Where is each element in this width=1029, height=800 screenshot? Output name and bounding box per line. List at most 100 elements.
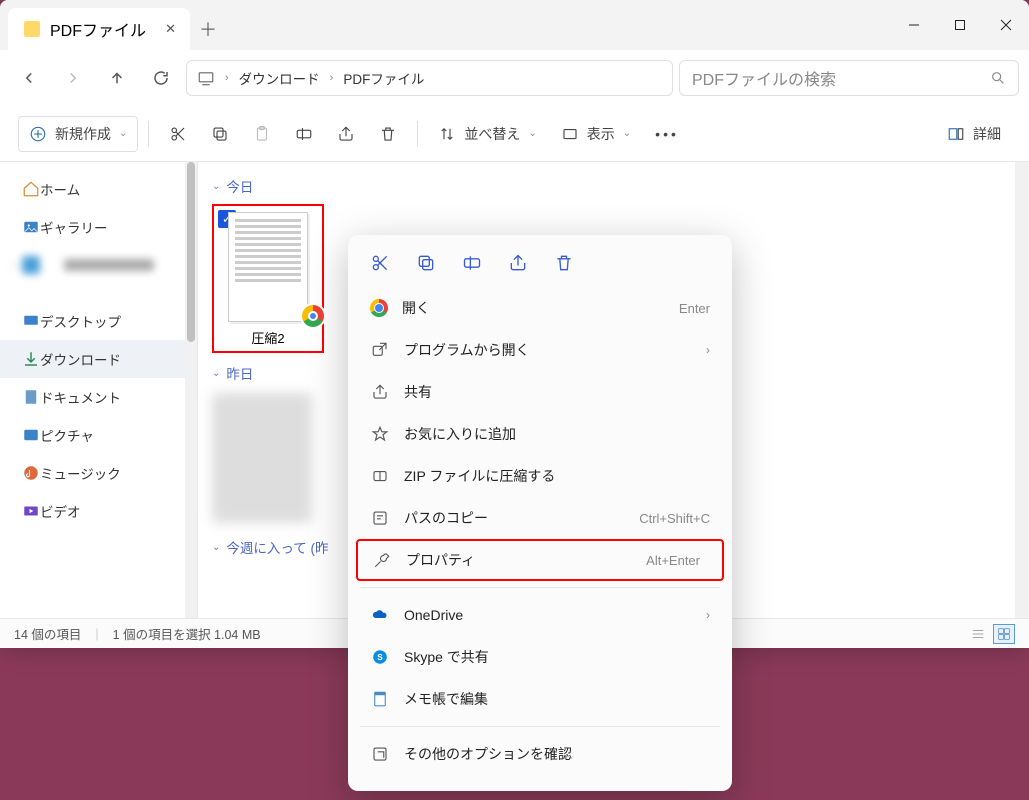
sidebar-item-gallery[interactable]: ギャラリー <box>0 208 197 246</box>
sidebar-scrollbar[interactable] <box>185 162 197 618</box>
videos-icon <box>22 502 40 520</box>
status-item-count: 14 個の項目 <box>14 624 81 643</box>
context-menu: 開く Enter プログラムから開く › 共有 お気に入りに追加 ZIP ファイ… <box>348 235 732 791</box>
ctx-label: 共有 <box>404 382 432 402</box>
refresh-button[interactable] <box>142 59 180 97</box>
address-bar[interactable]: › ダウンロード › PDFファイル <box>186 60 673 96</box>
tab-title: PDFファイル <box>50 17 146 41</box>
more-button[interactable]: ••• <box>645 116 689 152</box>
share-icon <box>337 125 355 143</box>
ctx-copy-button[interactable] <box>416 253 436 273</box>
ctx-cut-button[interactable] <box>370 253 390 273</box>
file-item-blurred[interactable] <box>212 393 312 523</box>
ctx-share[interactable]: 共有 <box>348 371 732 413</box>
new-button[interactable]: 新規作成 ⌄ <box>18 116 138 152</box>
tab-active[interactable]: PDFファイル ✕ <box>8 8 190 50</box>
chevron-right-icon: › <box>6 260 22 271</box>
caret-down-icon: ⌄ <box>212 368 220 379</box>
view-button[interactable]: 表示 ⌄ <box>551 116 641 152</box>
sidebar-label: ホーム <box>40 179 80 199</box>
ctx-delete-button[interactable] <box>554 253 574 273</box>
more-options-icon <box>371 745 389 763</box>
minimize-button[interactable] <box>891 0 937 50</box>
ctx-label: OneDrive <box>404 607 463 623</box>
up-button[interactable] <box>98 59 136 97</box>
star-icon <box>371 425 389 443</box>
view-icon <box>561 125 579 143</box>
close-button[interactable] <box>983 0 1029 50</box>
file-item-selected[interactable]: ✓ 圧縮2 <box>212 204 324 353</box>
sidebar-label: ドキュメント <box>40 387 121 407</box>
ctx-openwith[interactable]: プログラムから開く › <box>348 329 732 371</box>
chrome-icon <box>370 299 388 317</box>
shortcut: Ctrl+Shift+C <box>639 511 710 526</box>
scissors-icon <box>169 125 187 143</box>
ctx-label: プログラムから開く <box>404 340 530 360</box>
download-icon <box>22 350 40 368</box>
trash-icon <box>379 125 397 143</box>
new-tab-button[interactable]: ＋ <box>190 8 226 50</box>
group-label: 昨日 <box>226 363 253 383</box>
sidebar-item-documents[interactable]: ドキュメント <box>0 378 197 416</box>
sidebar-label: ミュージック <box>40 463 121 483</box>
sidebar-item-home[interactable]: ホーム <box>0 170 197 208</box>
details-button[interactable]: 詳細 <box>937 116 1011 152</box>
rename-button[interactable] <box>285 116 323 152</box>
details-view-button[interactable] <box>967 624 989 644</box>
ellipsis-icon: ••• <box>655 126 679 142</box>
tiles-view-button[interactable] <box>993 624 1015 644</box>
ctx-onedrive[interactable]: OneDrive › <box>348 594 732 636</box>
ctx-notepad[interactable]: メモ帳で編集 <box>348 678 732 720</box>
back-button[interactable] <box>10 59 48 97</box>
ctx-properties[interactable]: プロパティ Alt+Enter <box>356 539 724 581</box>
ctx-zip[interactable]: ZIP ファイルに圧縮する <box>348 455 732 497</box>
sort-label: 並べ替え <box>464 124 520 144</box>
breadcrumb-current[interactable]: PDFファイル <box>343 68 424 88</box>
maximize-button[interactable] <box>937 0 983 50</box>
tab-close-icon[interactable]: ✕ <box>165 21 176 37</box>
sidebar-item-music[interactable]: ミュージック <box>0 454 197 492</box>
chevron-down-icon: ⌄ <box>528 128 536 139</box>
sidebar-item-pictures[interactable]: ピクチャ <box>0 416 197 454</box>
search-icon <box>990 70 1006 86</box>
sidebar-label: ビデオ <box>40 501 81 521</box>
paste-icon <box>253 125 271 143</box>
chevron-right-icon: › <box>225 72 229 84</box>
sort-button[interactable]: 並べ替え ⌄ <box>428 116 546 152</box>
forward-button[interactable] <box>54 59 92 97</box>
ctx-more[interactable]: その他のオプションを確認 <box>348 733 732 775</box>
onedrive-icon <box>371 606 389 624</box>
details-icon <box>947 125 965 143</box>
cloud-icon <box>22 256 40 274</box>
paste-button[interactable] <box>243 116 281 152</box>
breadcrumb-downloads[interactable]: ダウンロード <box>239 68 320 88</box>
path-icon <box>371 509 389 527</box>
share-button[interactable] <box>327 116 365 152</box>
sidebar-item-videos[interactable]: ビデオ <box>0 492 197 530</box>
toolbar: 新規作成 ⌄ 並べ替え ⌄ 表示 ⌄ ••• 詳細 <box>0 106 1029 162</box>
svg-text:S: S <box>377 653 383 662</box>
file-name: 圧縮2 <box>251 328 284 347</box>
ctx-rename-button[interactable] <box>462 253 482 273</box>
sidebar-item-desktop[interactable]: デスクトップ <box>0 302 197 340</box>
search-input[interactable]: PDFファイルの検索 <box>679 60 1019 96</box>
sort-icon <box>438 125 456 143</box>
ctx-label: パスのコピー <box>404 508 488 528</box>
group-label: 今週に入って (昨 <box>226 537 328 557</box>
ctx-favorite[interactable]: お気に入りに追加 <box>348 413 732 455</box>
ctx-open[interactable]: 開く Enter <box>348 287 732 329</box>
sidebar-item-blurred[interactable]: › <box>0 246 197 284</box>
ctx-skype[interactable]: S Skype で共有 <box>348 636 732 678</box>
copy-button[interactable] <box>201 116 239 152</box>
group-today[interactable]: ⌄今日 <box>212 176 1015 196</box>
titlebar: PDFファイル ✕ ＋ <box>0 0 1029 50</box>
ctx-share-button[interactable] <box>508 253 528 273</box>
ctx-copypath[interactable]: パスのコピー Ctrl+Shift+C <box>348 497 732 539</box>
sidebar-item-downloads[interactable]: ダウンロード <box>0 340 197 378</box>
shortcut: Enter <box>679 301 710 316</box>
cut-button[interactable] <box>159 116 197 152</box>
sidebar-label: ピクチャ <box>40 425 94 445</box>
delete-button[interactable] <box>369 116 407 152</box>
ctx-label: Skype で共有 <box>404 647 489 667</box>
content-scrollbar[interactable] <box>1015 162 1029 618</box>
